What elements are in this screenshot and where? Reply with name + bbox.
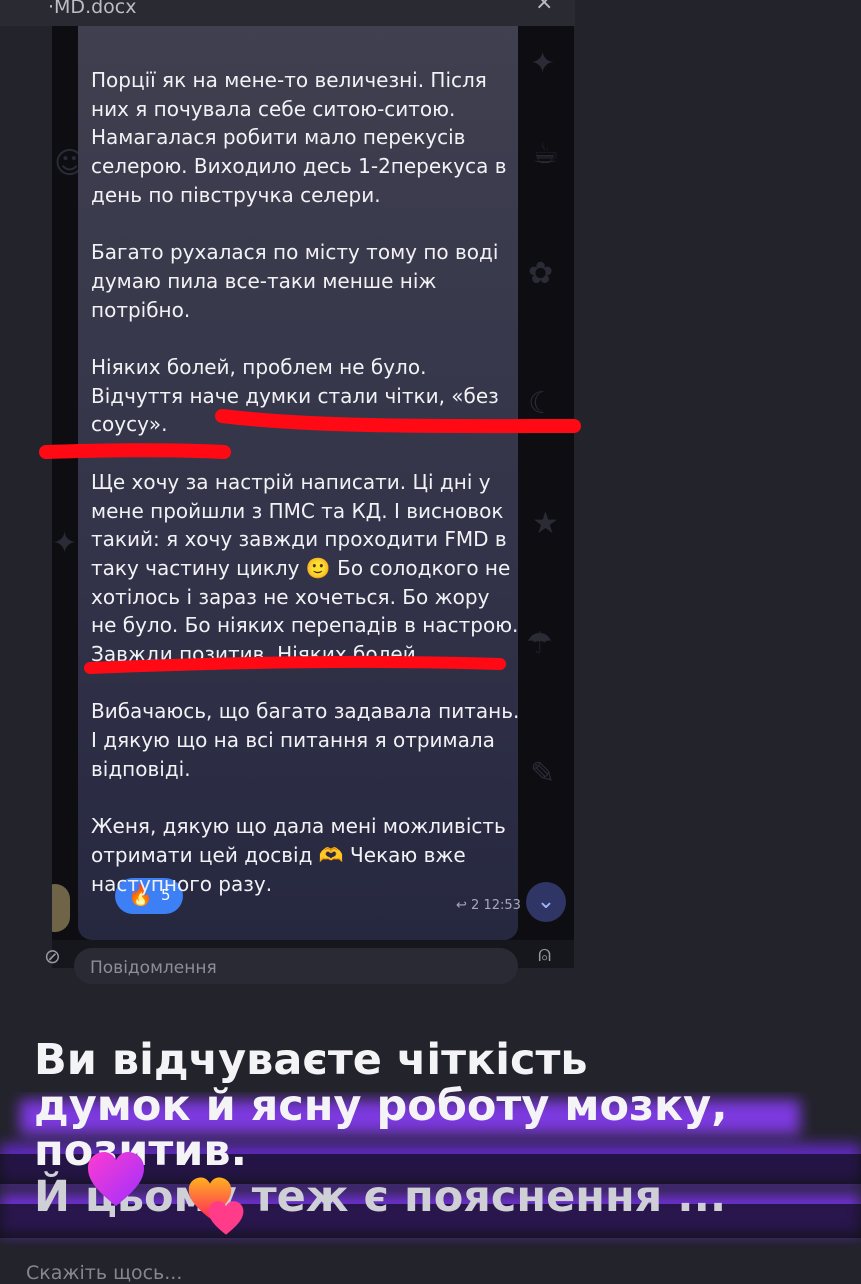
message-input-placeholder: Повідомлення [90,958,217,978]
chevron-down-icon: ⌄ [536,889,556,914]
story-caption: Ви відчуваєте чіткість думок й ясну робо… [34,1035,834,1222]
caption-line-1: Ви відчуваєте чіткість [34,1035,588,1085]
message-input[interactable]: Повідомлення [74,948,518,984]
story-reply-input[interactable]: Скажіть щось... [26,1262,182,1284]
caption-line-2: думок й ясну роботу мозку, [34,1080,728,1131]
message-input-bar: ⊘ Повідомлення ⍝ [44,940,574,984]
red-underline-2 [39,443,231,459]
message-paragraph-6: Женя, дякую що дала мені можливість отри… [91,814,506,896]
caption-line-3: позитив. [34,1126,247,1176]
sender-avatar[interactable] [52,884,70,932]
caption-line-4: Й цьому теж є пояснення ... [34,1171,727,1222]
mic-icon[interactable]: ⍝ [538,942,551,967]
attach-icon[interactable]: ⊘ [44,944,61,968]
message-paragraph-5: Вибачаюсь, що багато задавала питань. І … [91,699,520,781]
red-underline-1 [215,409,581,434]
heart-sticker-icon [208,1201,244,1235]
red-underline-3 [84,655,506,674]
scroll-down-button[interactable]: ⌄ [526,882,566,922]
heart-sticker-icon [88,1152,144,1206]
red-marker-annotations [39,409,581,674]
